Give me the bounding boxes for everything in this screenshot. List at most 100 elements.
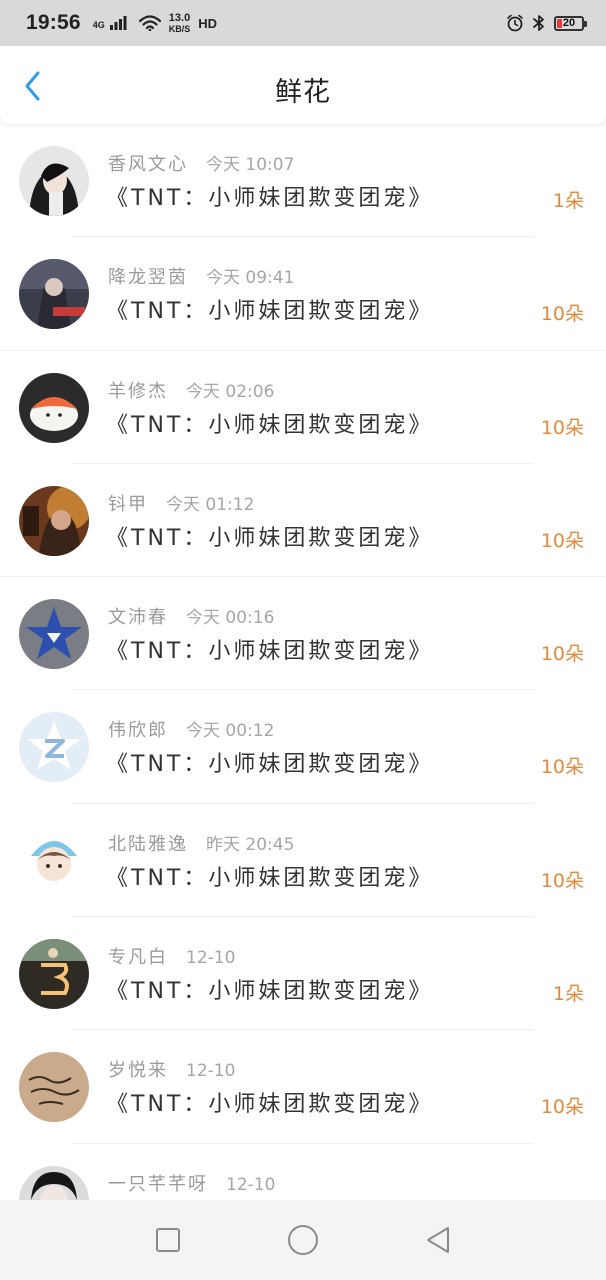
screen: 19:56 4G 13.0 KB/S HD 20 鲜花 香风文心 今天 10:0… xyxy=(0,0,606,1280)
sender-meta: 岁悦来 12-10 xyxy=(108,1056,235,1082)
send-time: 今天 01:12 xyxy=(166,494,255,515)
speed-unit: KB/S xyxy=(168,23,191,34)
avatar-image xyxy=(19,146,89,216)
home-circle-icon xyxy=(287,1225,318,1255)
sender-name: 岁悦来 xyxy=(108,1060,168,1082)
avatar[interactable] xyxy=(19,485,89,556)
recents-square-icon xyxy=(155,1228,180,1252)
list-item[interactable]: 一只芊芊呀 12-10 xyxy=(0,1144,606,1200)
list-item[interactable]: 专凡白 12-10 《TNT：小师妹团欺变团宠》 1朵 xyxy=(0,917,606,1031)
home-button[interactable] xyxy=(281,1218,325,1262)
send-time: 12-10 xyxy=(226,1174,276,1195)
work-title: 《TNT：小师妹团欺变团宠》 xyxy=(106,979,434,1005)
work-title: 《TNT：小师妹团欺变团宠》 xyxy=(106,639,434,665)
avatar[interactable] xyxy=(19,712,89,783)
status-right: 20 xyxy=(506,14,587,32)
work-title: 《TNT：小师妹团欺变团宠》 xyxy=(106,186,434,211)
page-title: 鲜花 xyxy=(275,77,331,108)
list-item[interactable]: 岁悦来 12-10 《TNT：小师妹团欺变团宠》 10朵 xyxy=(0,1030,606,1144)
flower-count: 10朵 xyxy=(540,756,584,779)
list-item[interactable]: 钭甲 今天 01:12 《TNT：小师妹团欺变团宠》 10朵 xyxy=(0,464,606,578)
hd-voice-label: HD xyxy=(198,15,218,31)
avatar-image xyxy=(19,825,89,896)
alarm-icon xyxy=(507,14,523,32)
sender-name: 羊修杰 xyxy=(108,380,168,402)
avatar-image xyxy=(19,1052,89,1123)
avatar[interactable] xyxy=(19,825,89,896)
sender-meta: 降龙翌茵 今天 09:41 xyxy=(108,263,294,289)
system-nav-bar xyxy=(0,1200,606,1280)
avatar-image xyxy=(19,712,89,783)
bluetooth-icon xyxy=(533,15,544,31)
avatar-image xyxy=(19,259,89,330)
app-header: 鲜花 xyxy=(0,46,606,124)
list-item[interactable]: 羊修杰 今天 02:06 《TNT：小师妹团欺变团宠》 10朵 xyxy=(0,351,606,464)
flower-count: 10朵 xyxy=(540,416,584,439)
list-item[interactable]: 伟欣郎 今天 00:12 《TNT：小师妹团欺变团宠》 10朵 xyxy=(0,690,606,804)
avatar[interactable] xyxy=(19,599,89,670)
battery-fill xyxy=(557,18,562,28)
flower-count: 10朵 xyxy=(540,643,584,666)
list-item[interactable]: 北陆雅逸 昨天 20:45 《TNT：小师妹团欺变团宠》 10朵 xyxy=(0,804,606,918)
avatar[interactable] xyxy=(19,1052,89,1123)
flower-count: 10朵 xyxy=(540,1096,584,1119)
avatar-image xyxy=(19,372,89,443)
list-item[interactable]: 降龙翌茵 今天 09:41 《TNT：小师妹团欺变团宠》 10朵 xyxy=(0,237,606,351)
sender-meta: 羊修杰 今天 02:06 xyxy=(108,377,274,403)
speed-value: 13.0 xyxy=(168,11,191,24)
avatar[interactable] xyxy=(19,1165,89,1200)
sender-meta: 专凡白 12-10 xyxy=(108,943,235,969)
avatar[interactable] xyxy=(19,372,89,443)
avatar[interactable] xyxy=(19,259,89,330)
work-title: 《TNT：小师妹团欺变团宠》 xyxy=(106,525,434,551)
status-time: 19:56 xyxy=(26,11,81,34)
send-time: 今天 00:16 xyxy=(186,608,275,629)
sender-name: 文沛春 xyxy=(108,607,168,629)
avatar[interactable] xyxy=(19,146,89,216)
sender-meta: 北陆雅逸 昨天 20:45 xyxy=(108,830,294,856)
sender-name: 香风文心 xyxy=(108,154,188,175)
sender-meta: 文沛春 今天 00:16 xyxy=(108,603,274,629)
work-title: 《TNT：小师妹团欺变团宠》 xyxy=(106,412,434,438)
status-bar: 19:56 4G 13.0 KB/S HD 20 xyxy=(0,0,606,46)
avatar[interactable] xyxy=(19,939,89,1010)
sender-meta: 伟欣郎 今天 00:12 xyxy=(108,716,274,742)
nav-back-button[interactable] xyxy=(416,1218,460,1262)
network-indicator: 4G xyxy=(93,16,127,30)
send-time: 12-10 xyxy=(186,948,236,969)
sender-meta: 钭甲 今天 01:12 xyxy=(108,490,254,516)
sender-meta: 一只芊芊呀 12-10 xyxy=(108,1170,275,1196)
list-item[interactable]: 文沛春 今天 00:16 《TNT：小师妹团欺变团宠》 10朵 xyxy=(0,577,606,691)
send-time: 今天 09:41 xyxy=(206,268,295,289)
signal-icon xyxy=(109,16,127,30)
send-time: 12-10 xyxy=(186,1061,236,1082)
flower-count: 1朵 xyxy=(552,190,584,212)
send-time: 今天 02:06 xyxy=(186,381,275,402)
sender-name: 降龙翌茵 xyxy=(108,267,188,289)
work-title: 《TNT：小师妹团欺变团宠》 xyxy=(106,752,434,778)
send-time: 昨天 20:45 xyxy=(206,834,295,855)
flower-gift-list[interactable]: 香风文心 今天 10:07 《TNT：小师妹团欺变团宠》 1朵 降龙翌茵 今天 xyxy=(0,124,606,1200)
sender-meta: 香风文心 今天 10:07 xyxy=(108,150,294,176)
work-title: 《TNT：小师妹团欺变团宠》 xyxy=(106,865,434,891)
sender-name: 钭甲 xyxy=(108,493,148,515)
battery-icon: 20 xyxy=(554,15,587,31)
wifi-icon xyxy=(138,15,161,31)
send-time: 今天 00:12 xyxy=(186,721,275,742)
battery-level: 20 xyxy=(562,17,576,29)
avatar-image xyxy=(19,599,89,670)
flower-count: 10朵 xyxy=(540,529,584,552)
back-triangle-icon xyxy=(427,1227,450,1253)
flower-count: 10朵 xyxy=(540,303,584,326)
avatar-image xyxy=(19,939,89,1010)
sender-name: 专凡白 xyxy=(108,947,168,969)
network-speed: 13.0 KB/S xyxy=(168,11,191,34)
sender-name: 北陆雅逸 xyxy=(108,833,188,855)
work-title: 《TNT：小师妹团欺变团宠》 xyxy=(106,1092,434,1118)
list-item[interactable]: 香风文心 今天 10:07 《TNT：小师妹团欺变团宠》 1朵 xyxy=(0,124,606,238)
recents-button[interactable] xyxy=(146,1218,190,1262)
avatar-image xyxy=(19,1165,89,1200)
sender-name: 伟欣郎 xyxy=(108,720,168,742)
status-left: 19:56 4G 13.0 KB/S HD xyxy=(26,11,217,35)
flower-count: 1朵 xyxy=(552,983,584,1006)
